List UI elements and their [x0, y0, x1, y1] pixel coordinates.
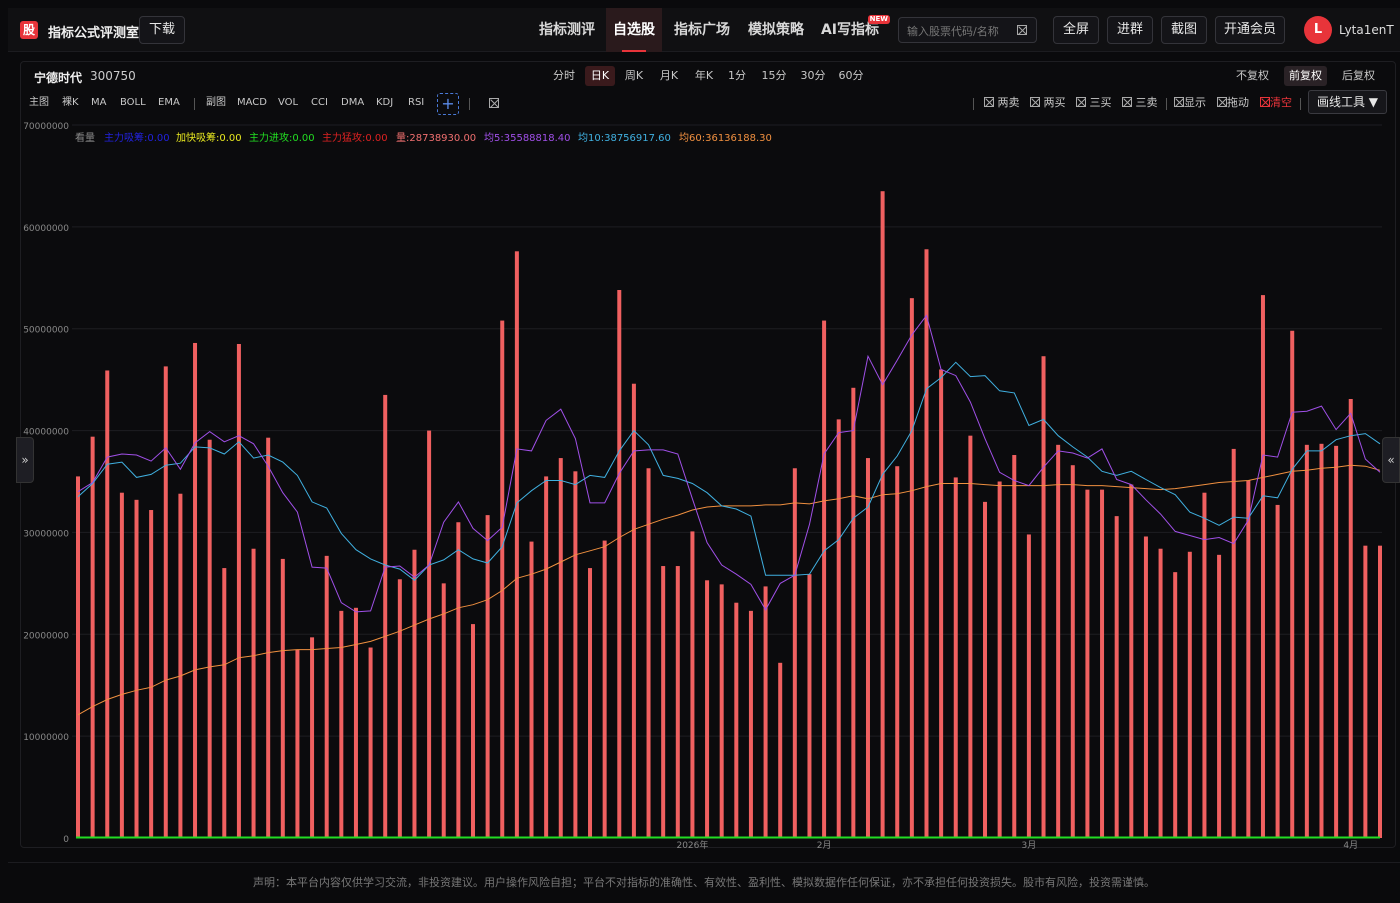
close-indicator-icon[interactable]: [489, 95, 499, 113]
adjust-backward[interactable]: 后复权: [1337, 66, 1380, 86]
ind-rsi[interactable]: RSI: [408, 94, 424, 112]
username[interactable]: Lyta1enT: [1339, 23, 1394, 37]
top-bar: 股 指标公式评测室 下载 指标测评 自选股 指标广场 模拟策略 AI写指标 NEW…: [8, 8, 1400, 52]
ind-bare-k[interactable]: 裸K: [62, 94, 79, 112]
tool-three-sell[interactable]: 三卖: [1122, 94, 1158, 112]
legend-item: 均60:36136188.30: [679, 133, 772, 144]
tool-clear[interactable]: 清空: [1260, 94, 1292, 112]
draw-tools-button[interactable]: 画线工具 ▼: [1308, 90, 1387, 114]
period-60min[interactable]: 60分: [836, 66, 866, 86]
expand-right-icon[interactable]: «: [1382, 437, 1400, 483]
ind-main-chart[interactable]: 主图: [29, 94, 49, 112]
stock-code: 300750: [90, 69, 136, 83]
avatar[interactable]: L: [1304, 16, 1332, 44]
tool-two-buy[interactable]: 两买: [1030, 94, 1066, 112]
tool-show[interactable]: 显示: [1174, 94, 1206, 112]
legend-item: 均5:35588818.40: [484, 133, 571, 144]
expand-left-icon[interactable]: »: [16, 437, 34, 483]
legend-item: 主力进攻:0.00: [249, 133, 315, 144]
adjust-none[interactable]: 不复权: [1231, 66, 1274, 86]
app-name: 指标公式评测室: [48, 26, 140, 41]
tool-two-sell[interactable]: 两卖: [984, 94, 1020, 112]
divider: [194, 98, 195, 110]
app-logo[interactable]: 股: [20, 21, 38, 39]
search-input[interactable]: [907, 22, 1012, 40]
divider: [1166, 98, 1167, 110]
divider: [973, 98, 974, 110]
disclaimer: 声明：本平台内容仅供学习交流，非投资建议。用户操作风险自担；平台不对指标的准确性…: [8, 862, 1400, 900]
period-intraday[interactable]: 分时: [549, 66, 579, 86]
period-monthly[interactable]: 月K: [654, 66, 684, 86]
ind-ma[interactable]: MA: [91, 94, 106, 112]
add-indicator-button[interactable]: +: [437, 93, 459, 115]
tab-indicator-review[interactable]: 指标测评: [532, 8, 602, 52]
period-15min[interactable]: 15分: [759, 66, 789, 86]
ind-kdj[interactable]: KDJ: [376, 94, 393, 112]
adjust-forward[interactable]: 前复权: [1284, 66, 1327, 86]
legend-item: 主力猛攻:0.00: [322, 133, 388, 144]
screenshot-button[interactable]: 截图: [1161, 16, 1207, 44]
period-1min[interactable]: 1分: [725, 66, 749, 86]
chart-panel: 宁德时代 300750 分时 日K 周K 月K 年K 1分 15分 30分 60…: [20, 61, 1396, 848]
period-daily[interactable]: 日K: [585, 66, 615, 86]
ind-boll[interactable]: BOLL: [120, 94, 146, 112]
divider: [1300, 98, 1301, 110]
join-group-button[interactable]: 进群: [1107, 16, 1153, 44]
ind-sub-chart[interactable]: 副图: [206, 94, 226, 112]
download-button[interactable]: 下载: [139, 16, 185, 44]
new-badge: NEW: [867, 15, 890, 24]
stock-name: 宁德时代: [34, 71, 83, 85]
tool-drag[interactable]: 拖动: [1217, 94, 1249, 112]
period-yearly[interactable]: 年K: [689, 66, 719, 86]
ind-dma[interactable]: DMA: [341, 94, 364, 112]
ind-ema[interactable]: EMA: [158, 94, 180, 112]
legend-item: 均10:38756917.60: [578, 133, 671, 144]
vip-button[interactable]: 开通会员: [1215, 16, 1285, 44]
search-clear-icon[interactable]: [1017, 25, 1027, 35]
stock-search[interactable]: [898, 17, 1037, 43]
ind-cci[interactable]: CCI: [311, 94, 328, 112]
tool-three-buy[interactable]: 三买: [1076, 94, 1112, 112]
tab-indicator-plaza[interactable]: 指标广场: [668, 8, 736, 52]
tab-simulation-strategy[interactable]: 模拟策略: [742, 8, 810, 52]
ind-vol[interactable]: VOL: [278, 94, 298, 112]
legend-item: 加快吸筹:0.00: [176, 133, 242, 144]
tab-watchlist[interactable]: 自选股: [606, 8, 662, 52]
period-weekly[interactable]: 周K: [620, 66, 648, 86]
divider: [469, 98, 470, 110]
legend-item: 量:28738930.00: [396, 133, 477, 144]
period-30min[interactable]: 30分: [798, 66, 828, 86]
tab-ai-indicator[interactable]: AI写指标 NEW: [816, 8, 890, 52]
legend-item: 看量: [75, 133, 95, 144]
ind-macd[interactable]: MACD: [237, 94, 267, 112]
fullscreen-button[interactable]: 全屏: [1053, 16, 1099, 44]
legend-item: 主力吸筹:0.00: [104, 133, 170, 144]
